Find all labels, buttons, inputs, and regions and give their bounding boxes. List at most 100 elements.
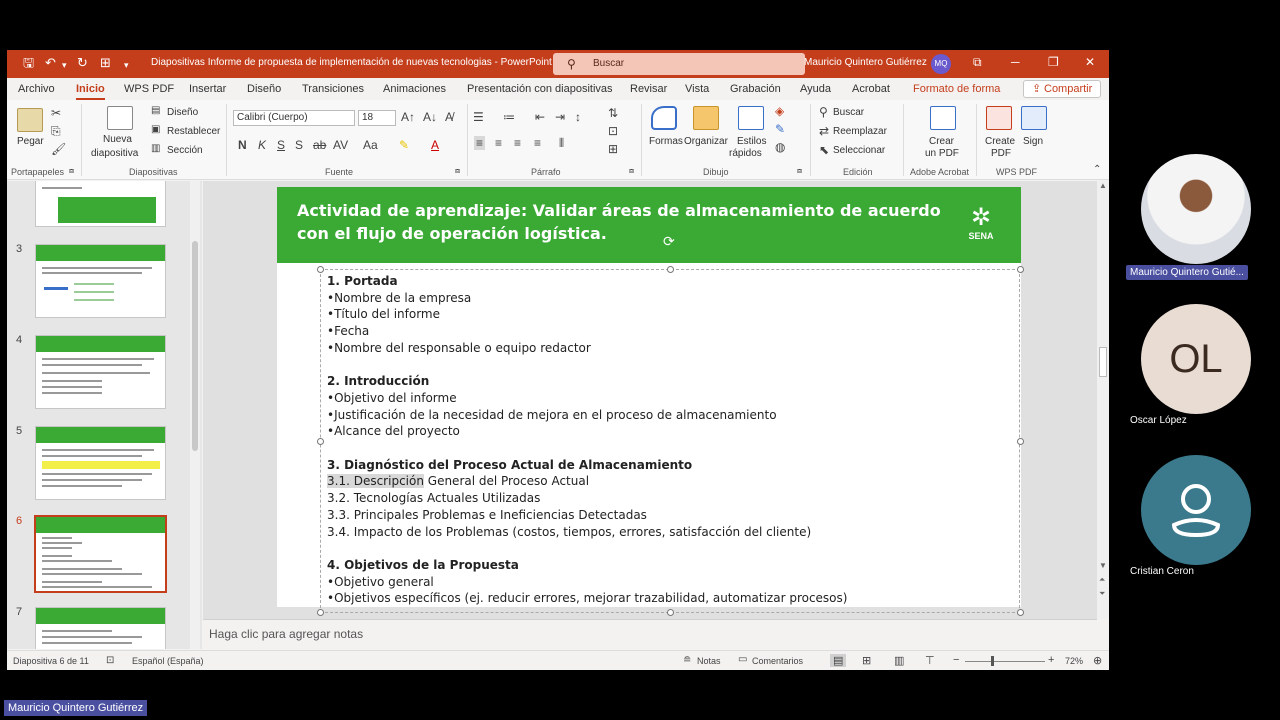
resize-handle[interactable] [317,438,324,445]
reset-button[interactable]: Restablecer [167,126,220,137]
undo-dropdown-icon[interactable]: ▾ [62,58,67,72]
section-icon[interactable]: ▥ [151,143,160,154]
find-icon[interactable]: ⚲ [819,105,828,119]
slide-canvas[interactable]: Actividad de aprendizaje: Validar áreas … [277,187,1024,616]
notes-placeholder[interactable]: Haga clic para agregar notas [209,627,363,641]
wps-create-label-2[interactable]: PDF [991,148,1011,159]
select-button[interactable]: Seleccionar [833,145,885,156]
tab-insertar[interactable]: Insertar [189,83,226,95]
font-color-icon[interactable]: A [431,138,439,152]
change-case-icon[interactable]: Aa [363,138,378,152]
slide-thumbnail-3[interactable] [35,244,166,318]
underline-icon[interactable]: S [277,138,285,152]
shapes-label[interactable]: Formas [649,136,683,147]
tab-animaciones[interactable]: Animaciones [383,83,446,95]
slide-thumbnail-7[interactable] [35,607,166,649]
language-status[interactable]: Español (España) [132,656,204,666]
layout-button[interactable]: Diseño [167,107,198,118]
tab-formato-de-forma[interactable]: Formato de forma [913,83,1000,95]
slide-body-text[interactable]: 1. Portada •Nombre de la empresa •Título… [327,273,1007,607]
fit-to-window-icon[interactable]: ⊕ [1093,654,1102,667]
ribbon-display-icon[interactable]: ⧉ [973,55,982,70]
tab-inicio[interactable]: Inicio [76,83,105,100]
replace-button[interactable]: Reemplazar [833,126,887,137]
comments-icon[interactable]: ▭ [738,654,747,665]
minimize-icon[interactable]: ─ [1011,55,1020,69]
slide-thumbnail-6-selected[interactable] [34,515,167,593]
arrange-label[interactable]: Organizar [684,136,728,147]
align-center-icon[interactable]: ≡ [495,136,502,150]
reset-icon[interactable]: ▣ [151,124,160,135]
wps-create-label-1[interactable]: Create [985,136,1015,147]
search-box[interactable]: ⚲ Buscar [553,53,805,75]
share-button[interactable]: ⇪ Compartir [1023,80,1101,98]
slideshow-icon[interactable]: ⊤ [925,654,935,667]
resize-handle[interactable] [1017,609,1024,616]
scroll-up-icon[interactable]: ▲ [1099,181,1107,190]
justify-icon[interactable]: ≡ [534,136,541,150]
shrink-font-icon[interactable]: A↓ [423,110,437,124]
align-text-icon[interactable]: ⊡ [608,124,618,138]
strikethrough-icon[interactable]: ab [313,138,326,152]
shape-effects-icon[interactable]: ◍ [775,140,785,154]
format-painter-icon[interactable]: 🖌 [51,142,66,156]
tab-presentacion[interactable]: Presentación con diapositivas [467,83,613,95]
new-slide-label-2[interactable]: diapositiva [91,148,138,159]
align-right-icon[interactable]: ≡ [514,136,521,150]
line-spacing-icon[interactable]: ↕ [575,110,581,124]
new-slide-icon[interactable] [107,106,133,130]
save-icon[interactable]: 🖫 [23,56,34,70]
comments-button[interactable]: Comentarios [752,656,803,666]
reading-view-icon[interactable]: ▥ [894,654,904,667]
quick-styles-label-2[interactable]: rápidos [729,148,762,159]
tab-vista[interactable]: Vista [685,83,709,95]
create-pdf-label-2[interactable]: un PDF [925,148,959,159]
quick-styles-label-1[interactable]: Estilos [737,136,766,147]
tab-grabacion[interactable]: Grabación [730,83,781,95]
tab-diseno[interactable]: Diseño [247,83,281,95]
zoom-out-icon[interactable]: − [953,654,959,666]
paste-icon[interactable] [17,108,43,132]
zoom-level[interactable]: 72% [1065,656,1083,666]
slide-sorter-icon[interactable]: ⊞ [862,654,871,667]
sign-icon[interactable] [1021,106,1047,130]
slide-title[interactable]: Actividad de aprendizaje: Validar áreas … [297,199,957,245]
notes-pane[interactable]: Haga clic para agregar notas [203,619,1097,649]
arrange-icon[interactable] [693,106,719,130]
grow-font-icon[interactable]: A↑ [401,110,415,124]
find-button[interactable]: Buscar [833,107,864,118]
drawing-launcher-icon[interactable]: ⧈ [797,166,802,176]
scroll-down-icon[interactable]: ▼ [1099,561,1107,570]
slide-thumbnail-5[interactable] [35,426,166,500]
participant-video-mauricio[interactable] [1141,154,1251,264]
cut-icon[interactable]: ✂ [51,106,61,120]
quick-styles-icon[interactable] [738,106,764,130]
slide-vertical-scrollbar[interactable]: ▲ ▼ ⏶ ⏷ [1097,181,1109,619]
resize-handle[interactable] [667,266,674,273]
clear-format-icon[interactable]: A̸ [445,110,453,124]
tab-wps-pdf[interactable]: WPS PDF [124,83,174,95]
increase-indent-icon[interactable]: ⇥ [555,110,565,124]
participant-avatar-cristian[interactable] [1141,455,1251,565]
clipboard-launcher-icon[interactable]: ⧈ [69,166,74,176]
normal-view-icon[interactable]: ▤ [830,654,847,667]
highlight-icon[interactable]: ✎ [399,138,409,152]
undo-icon[interactable]: ↶ [45,56,56,70]
font-launcher-icon[interactable]: ⧈ [455,166,460,176]
columns-icon[interactable]: ⫴ [559,136,564,151]
thumbnail-scroll-thumb[interactable] [192,241,198,451]
replace-icon[interactable]: ⇄ [819,124,829,138]
spacing-icon[interactable]: AV [333,138,348,152]
tab-acrobat[interactable]: Acrobat [852,83,890,95]
customize-toolbar-icon[interactable]: ▾ [124,58,129,72]
shape-outline-icon[interactable]: ✎ [775,122,785,136]
collapse-ribbon-icon[interactable]: ⌃ [1093,164,1101,175]
align-left-icon[interactable]: ≡ [474,136,486,150]
tab-ayuda[interactable]: Ayuda [800,83,831,95]
redo-icon[interactable]: ↻ [77,56,88,70]
tab-revisar[interactable]: Revisar [630,83,667,95]
shapes-icon[interactable] [651,106,677,130]
create-pdf-label-1[interactable]: Crear [929,136,954,147]
section-button[interactable]: Sección [167,145,203,156]
paste-label[interactable]: Pegar [17,136,44,147]
